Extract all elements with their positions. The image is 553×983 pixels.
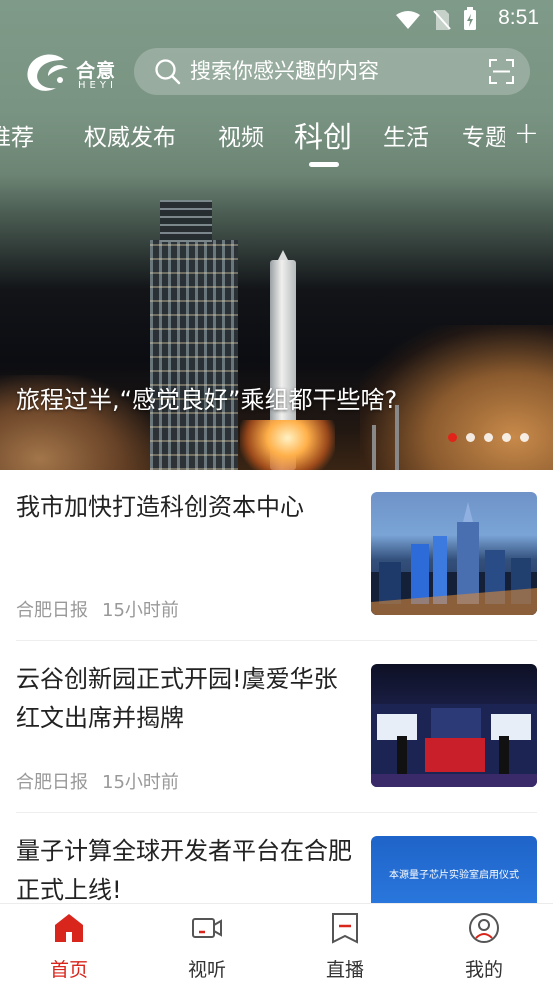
news-thumbnail-caption: 本源量子芯片实验室启用仪式 [389,870,519,881]
scan-icon[interactable] [489,59,514,84]
news-source: 合肥日报 [16,772,88,793]
search-icon [155,59,181,85]
tab-sci-tech[interactable]: 科创 [294,114,352,156]
nav-profile[interactable]: 我的 [434,904,534,983]
bottom-nav: 首页 视听 直播 我的 [0,903,553,983]
divider [16,640,537,641]
tab-life[interactable]: 生活 [383,118,429,152]
nav-live-label: 直播 [325,959,364,981]
logo-swirl-icon [27,54,68,91]
banner-caption[interactable]: 旅程过半,“感觉良好”乘组都干些啥? [16,380,397,415]
live-icon [332,913,358,944]
news-item[interactable]: 我市加快打造科创资本中心 合肥日报 15小时前 [16,470,537,640]
carousel-dot[interactable] [502,433,511,442]
news-title[interactable]: 量子计算全球开发者平台在合肥正式上线! [16,832,356,910]
channel-tabs: 推荐 权威发布 视频 科创 生活 专题 + [0,104,553,168]
video-icon [192,918,222,938]
carousel-dot[interactable] [466,433,475,442]
no-sim-icon [433,10,451,30]
carousel-dot[interactable] [520,433,529,442]
ceremony-stage-image [371,704,537,787]
carousel-dot[interactable] [484,433,493,442]
news-title[interactable]: 我市加快打造科创资本中心 [16,488,356,527]
news-item[interactable]: 云谷创新园正式开园!虞爱华张红文出席并揭牌 合肥日报 15小时前 [16,642,537,812]
status-icons [395,7,477,32]
launch-tower [150,200,238,470]
status-time: 8:51 [498,6,539,29]
top-header-area: 8:51 合意 HEYI 推荐 权威发布 视频 科创 生活 专题 [0,0,553,470]
news-thumbnail[interactable] [371,492,537,615]
nav-home[interactable]: 首页 [19,904,119,983]
battery-charging-icon [464,7,476,30]
news-title[interactable]: 云谷创新园正式开园!虞爱华张红文出席并揭牌 [16,660,356,738]
nav-profile-label: 我的 [464,959,503,981]
divider [16,812,537,813]
news-item[interactable]: 量子计算全球开发者平台在合肥正式上线! 本源量子芯片实验室启用仪式 [16,814,537,959]
tab-official-release[interactable]: 权威发布 [84,118,176,152]
search-input[interactable] [190,56,470,86]
tab-video[interactable]: 视频 [218,118,264,152]
nav-video[interactable]: 视听 [157,904,257,983]
logo-text-cn: 合意 [76,60,117,82]
app-logo[interactable]: 合意 HEYI [24,48,124,98]
carousel-indicator [448,433,529,442]
home-icon [55,914,83,942]
status-bar: 8:51 [0,0,553,38]
nav-video-label: 视听 [187,959,226,981]
news-meta: 合肥日报 15小时前 [16,768,179,794]
logo-text-en: HEYI [78,80,117,91]
light-mast [372,425,376,470]
tab-special[interactable]: 专题 [462,118,505,152]
news-source: 合肥日报 [16,600,88,621]
profile-icon [469,913,499,943]
city-skyline-image [371,502,537,615]
rocket-flame [240,420,335,470]
news-time: 15小时前 [102,772,179,793]
banner-image[interactable] [0,175,553,470]
tab-active-indicator [309,162,339,167]
news-thumbnail[interactable] [371,664,537,787]
tab-recommend[interactable]: 推荐 [0,118,34,152]
nav-home-label: 首页 [49,959,88,981]
search-bar[interactable] [134,48,530,95]
wifi-icon [395,11,420,29]
add-channel-icon[interactable]: + [514,116,539,151]
carousel-dot[interactable] [448,433,457,442]
news-time: 15小时前 [102,600,179,621]
news-meta: 合肥日报 15小时前 [16,596,179,622]
nav-live[interactable]: 直播 [295,904,395,983]
